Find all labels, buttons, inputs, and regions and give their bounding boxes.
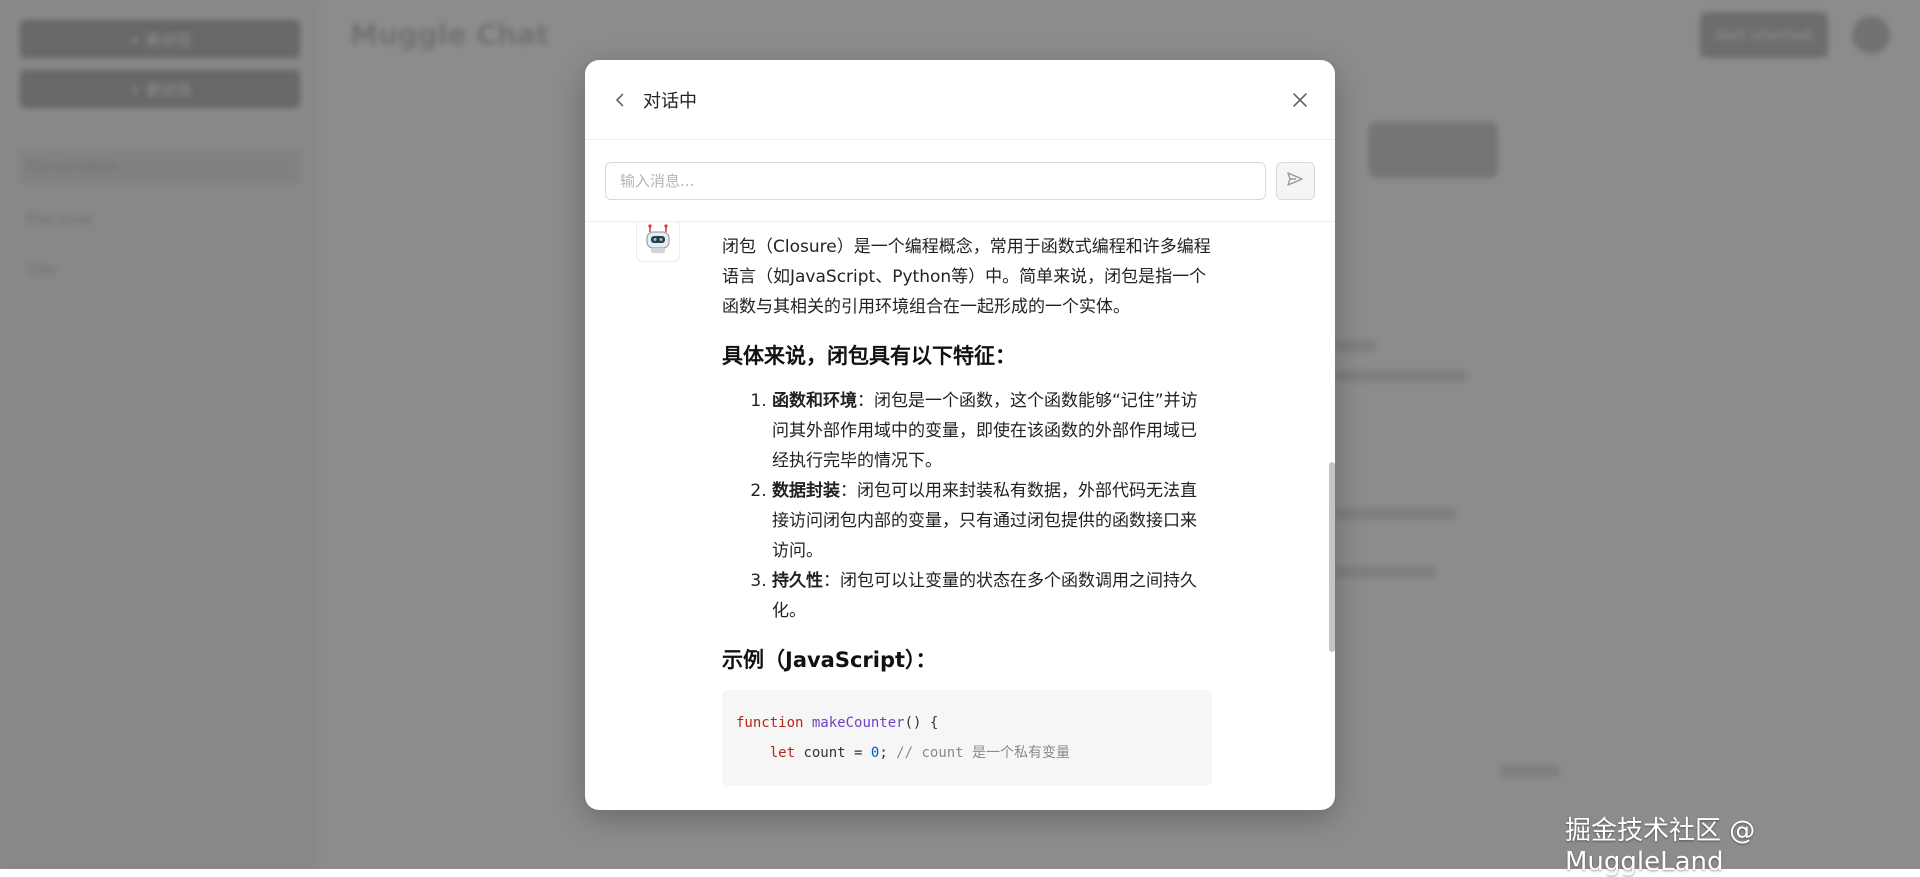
features-list: 函数和环境：闭包是一个函数，这个函数能够“记住”并访问其外部作用域中的变量，即使… [722,386,1212,626]
send-icon [1286,170,1304,192]
message-intro: 闭包（Closure）是一个编程概念，常用于函数式编程和许多编程语言（如Java… [722,237,1211,317]
modal-header: 对话中 [585,60,1335,140]
code-function-name: makeCounter [811,715,905,731]
scrollbar[interactable] [1329,462,1335,652]
modal-title: 对话中 [643,90,697,112]
chat-modal: 对话中 输入消息... 闭包（Closure）是一个编程概念，常用于函数式编程和… [585,60,1335,810]
bot-avatar [636,222,680,262]
list-item: 持久性：闭包可以让变量的状态在多个函数调用之间持久化。 [772,566,1212,626]
code-text: () { [904,715,939,731]
close-icon[interactable] [1289,89,1311,111]
message-input[interactable] [605,161,1266,200]
assistant-message: 闭包（Closure）是一个编程概念，常用于函数式编程和许多编程语言（如Java… [722,232,1212,786]
chat-body[interactable]: 闭包（Closure）是一个编程概念，常用于函数式编程和许多编程语言（如Java… [585,222,1335,810]
code-block: function makeCounter() { let count = 0; … [722,690,1212,786]
code-text: ; [879,745,897,761]
feature-term: 持久性 [772,571,823,591]
message-input-row [585,140,1335,222]
feature-term: 数据封装 [772,481,840,501]
code-keyword: let [769,745,796,761]
code-text: count = [795,745,871,761]
list-item: 数据封装：闭包可以用来封装私有数据，外部代码无法直接访问闭包内部的变量，只有通过… [772,476,1212,566]
features-heading: 具体来说，闭包具有以下特征： [722,344,1016,368]
chevron-left-icon[interactable] [609,89,631,111]
code-comment: // count 是一个私有变量 [896,745,1071,761]
list-item: 函数和环境：闭包是一个函数，这个函数能够“记住”并访问其外部作用域中的变量，即使… [772,386,1212,476]
feature-desc: ：闭包可以让变量的状态在多个函数调用之间持久化。 [772,571,1197,621]
example-heading: 示例（JavaScript）： [722,648,937,672]
code-keyword: function [736,715,804,731]
robot-icon [642,223,674,259]
send-button[interactable] [1275,161,1315,200]
watermark: 掘金技术社区 @ MuggleLand [1565,816,1756,877]
feature-term: 函数和环境 [772,391,857,411]
